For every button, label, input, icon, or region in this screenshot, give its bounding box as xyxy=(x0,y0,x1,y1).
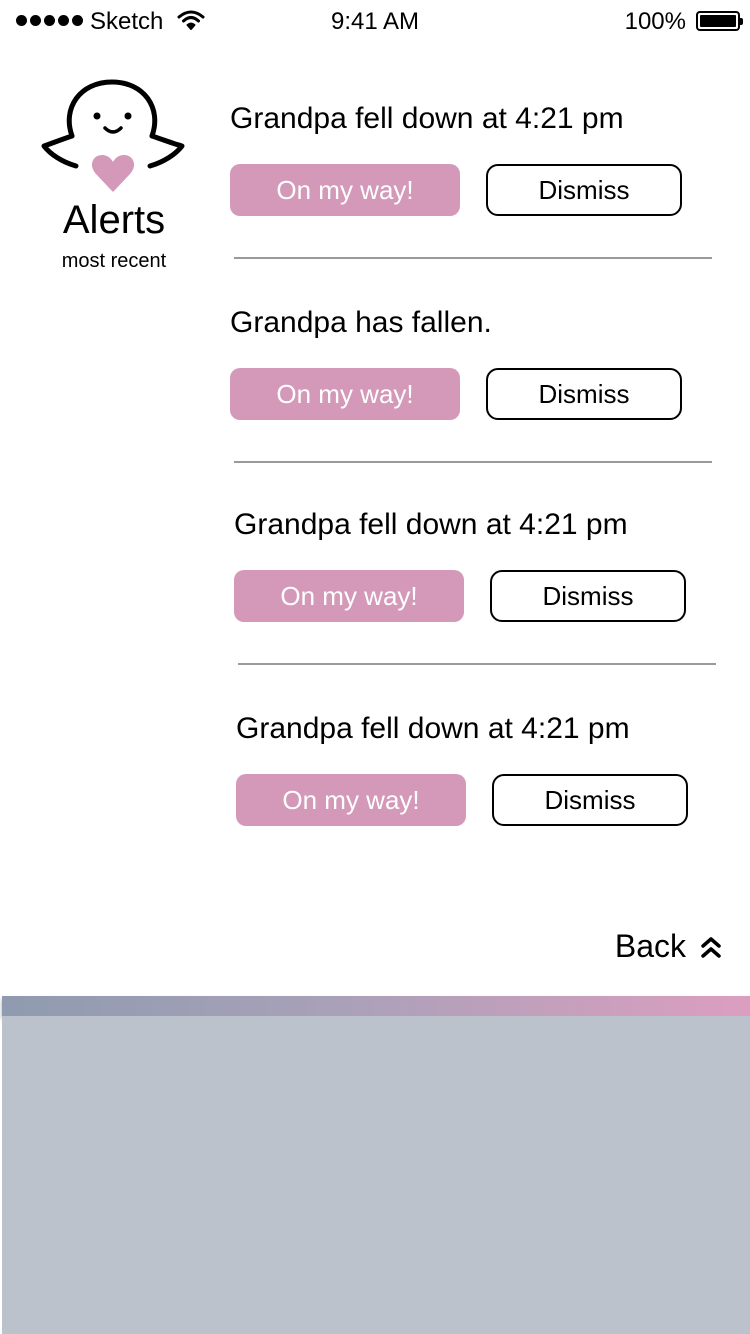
divider xyxy=(234,257,712,259)
page-subtitle: most recent xyxy=(61,250,167,272)
battery-icon xyxy=(696,11,743,31)
dismiss-button[interactable]: Dismiss xyxy=(486,368,682,420)
status-bar: Sketch 9:41 AM 100% xyxy=(0,0,750,44)
back-button[interactable]: Back xyxy=(615,928,722,965)
divider xyxy=(234,461,712,463)
divider xyxy=(238,663,716,665)
dismiss-button[interactable]: Dismiss xyxy=(490,570,686,622)
alert-message: Grandpa fell down at 4:21 pm xyxy=(236,712,630,745)
on-my-way-button[interactable]: On my way! xyxy=(236,774,466,826)
ghost-heart-icon xyxy=(41,79,185,192)
alert-message: Grandpa fell down at 4:21 pm xyxy=(234,508,628,541)
alert-message: Grandpa has fallen. xyxy=(230,306,492,339)
alert-message: Grandpa fell down at 4:21 pm xyxy=(230,102,624,135)
battery-percentage: 100% xyxy=(624,8,686,35)
on-my-way-button[interactable]: On my way! xyxy=(230,164,460,216)
dismiss-button[interactable]: Dismiss xyxy=(492,774,688,826)
panel-handle[interactable] xyxy=(2,996,750,1016)
dismiss-button[interactable]: Dismiss xyxy=(486,164,682,216)
back-label: Back xyxy=(614,928,686,964)
bottom-panel xyxy=(2,1016,750,1334)
on-my-way-button[interactable]: On my way! xyxy=(230,368,460,420)
double-chevron-up-icon xyxy=(701,936,721,958)
on-my-way-button[interactable]: On my way! xyxy=(234,570,464,622)
page-title: Alerts xyxy=(62,198,166,242)
